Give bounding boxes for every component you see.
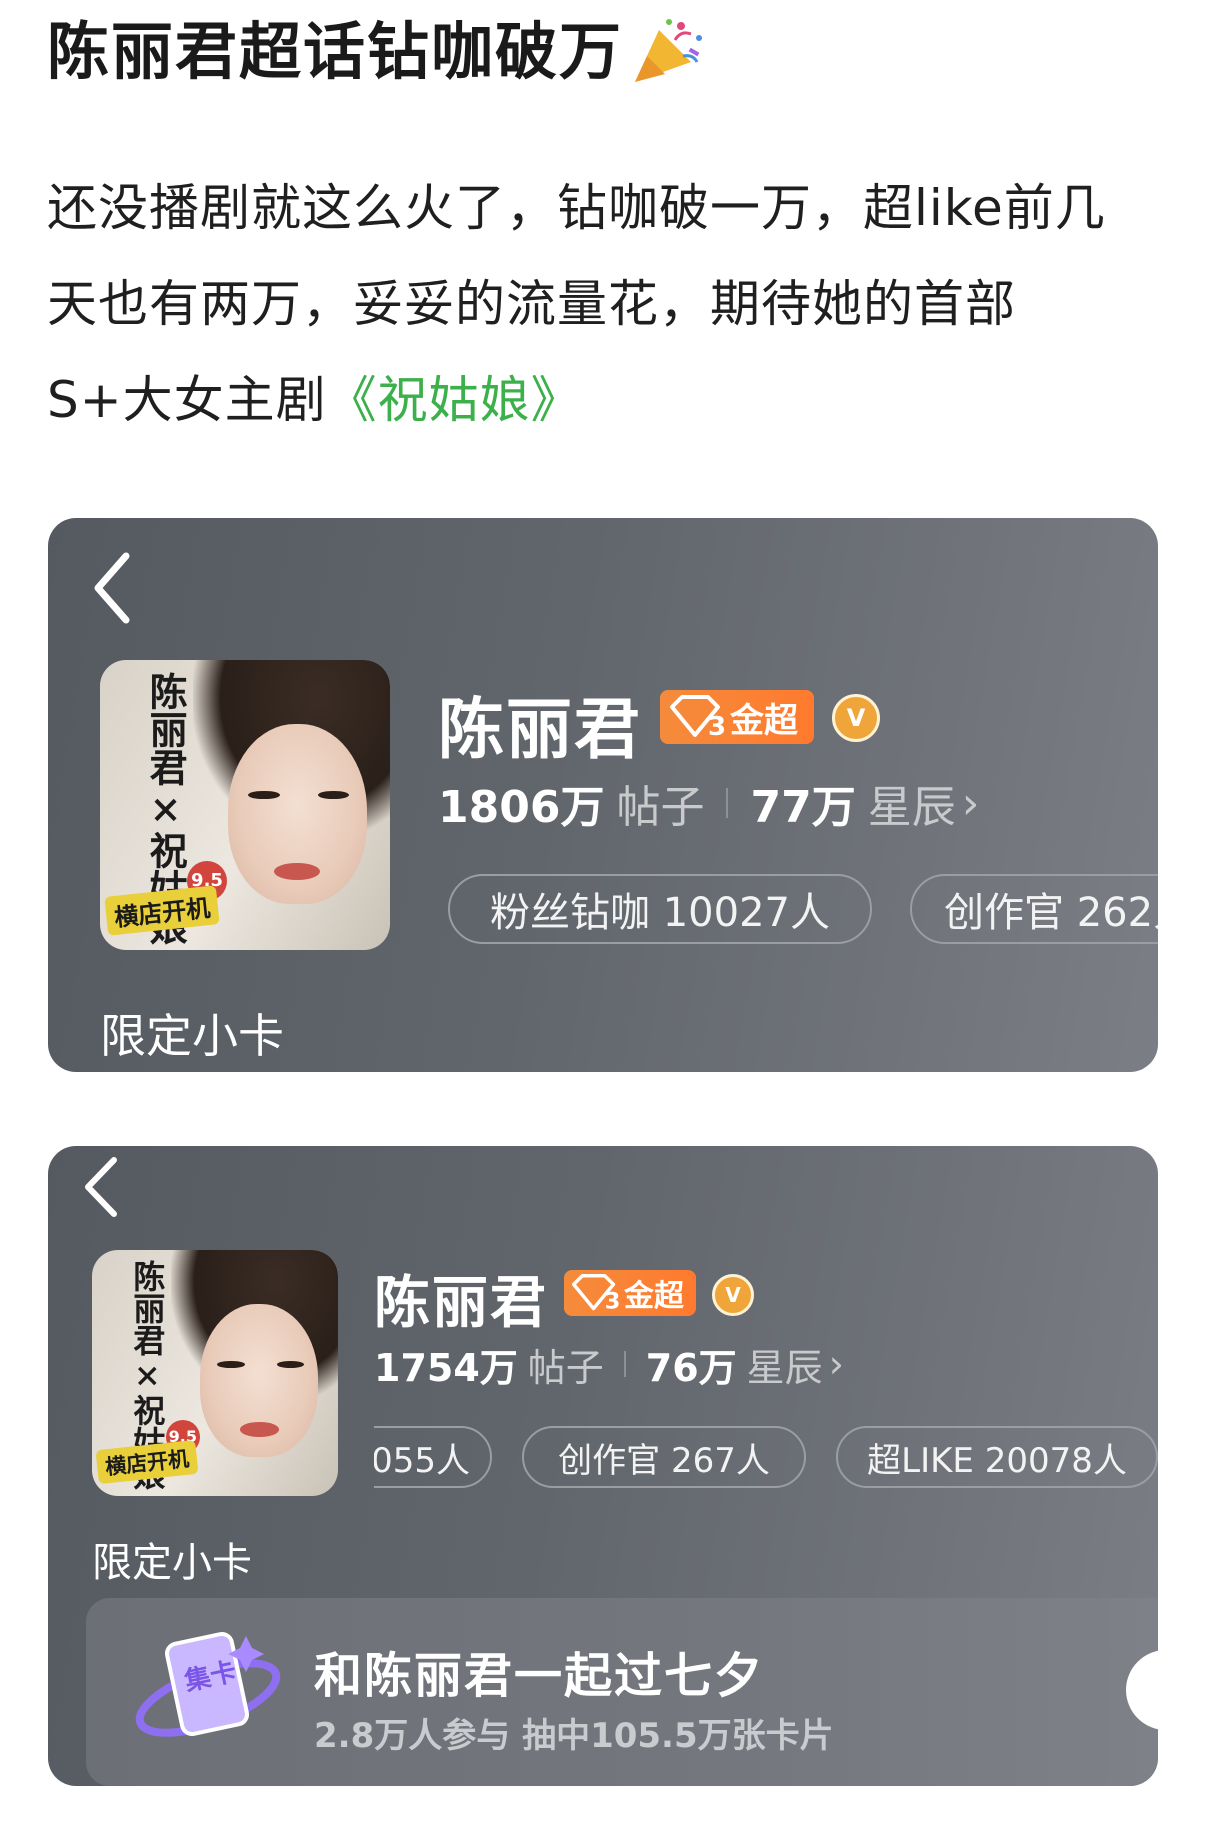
fan-pill-row: 粉丝钻咖 10027人 创作官 262人 [448,870,1158,950]
posts-count: 1754万 [374,1345,518,1390]
chevron-right-icon: › [961,777,980,829]
post-body-line: 还没播剧就这么火了，钻咖破一万，超like前几 [47,179,1106,237]
diamond-level-icon: 3 [670,695,726,739]
supertopic-card-screenshot: 陈丽君×祝姑娘 9.5 横店开机 陈丽君 3 金超 V 1806万 帖子 77万… [48,518,1158,1072]
back-arrow-icon[interactable] [88,548,138,628]
posts-label: 帖子 [527,1345,604,1390]
event-action-button[interactable] [1126,1650,1158,1730]
level-number: 3 [708,712,726,739]
chevron-right-icon: › [828,1342,844,1386]
stars-count: 77万 [750,782,856,833]
topic-stats[interactable]: 1754万 帖子 76万 星辰 › [374,1338,844,1390]
topic-name: 陈丽君 [374,1271,548,1336]
posts-count: 1806万 [438,782,605,833]
supertopic-card-screenshot: 陈丽君×祝姑娘 9.5 横店开机 陈丽君 3 金超 V 1754万 帖子 76万… [48,1146,1158,1786]
card-collect-icon: 集卡 [135,1632,281,1737]
supertopic-avatar[interactable]: 陈丽君×祝姑娘 9.5 横店开机 [100,660,390,950]
diamond-level-icon: 3 [571,1274,621,1312]
gold-tier-badge[interactable]: 3 金超 [660,690,814,744]
creator-pill[interactable]: 创作官 267人 [522,1426,806,1488]
gold-tier-badge[interactable]: 3 金超 [564,1270,696,1316]
tier-label: 金超 [624,1279,684,1314]
fan-pill-row: 055人 创作官 267人 超LIKE 20078人 [374,1424,1158,1494]
back-arrow-icon[interactable] [80,1154,124,1220]
stars-label: 星辰 [746,1345,823,1390]
verified-icon: V [712,1274,754,1316]
post-body-line: S+大女主剧《祝姑娘》 [47,352,1167,448]
creator-pill[interactable]: 创作官 262人 [910,874,1158,944]
event-title: 和陈丽君一起过七夕 [314,1648,765,1704]
diamond-fans-pill[interactable]: 粉丝钻咖 10027人 [448,874,872,944]
tier-label: 金超 [730,700,798,741]
topic-stats[interactable]: 1806万 帖子 77万 星辰 › [438,773,980,834]
drama-link[interactable]: 《祝姑娘》 [327,371,582,429]
event-subtitle: 2.8万人参与 抽中105.5万张卡片 [314,1716,834,1756]
post-title-text: 陈丽君超话钻咖破万 [47,15,624,88]
post-body-text: S+大女主剧 [47,371,327,429]
stars-label: 星辰 [867,782,956,833]
stars-count: 76万 [645,1345,737,1390]
limited-card-label[interactable]: 限定小卡 [100,1000,284,1066]
post-body-line: 天也有两万，妥妥的流量花，期待她的首部 [47,275,1016,333]
level-number: 3 [605,1289,621,1312]
card-collection-event[interactable]: 集卡 和陈丽君一起过七夕 2.8万人参与 抽中105.5万张卡片 [86,1598,1158,1786]
supertopic-avatar[interactable]: 陈丽君×祝姑娘 9.5 横店开机 [92,1250,338,1496]
diamond-fans-pill[interactable]: 055人 [374,1426,492,1488]
super-like-pill[interactable]: 超LIKE 20078人 [836,1426,1158,1488]
verified-icon: V [832,694,880,742]
post-body: 还没播剧就这么火了，钻咖破一万，超like前几 天也有两万，妥妥的流量花，期待她… [47,160,1167,448]
limited-card-label[interactable]: 限定小卡 [92,1530,252,1588]
posts-label: 帖子 [616,782,705,833]
topic-name: 陈丽君 [438,691,642,768]
party-popper-icon [635,19,703,82]
post-title: 陈丽君超话钻咖破万 [47,12,709,92]
